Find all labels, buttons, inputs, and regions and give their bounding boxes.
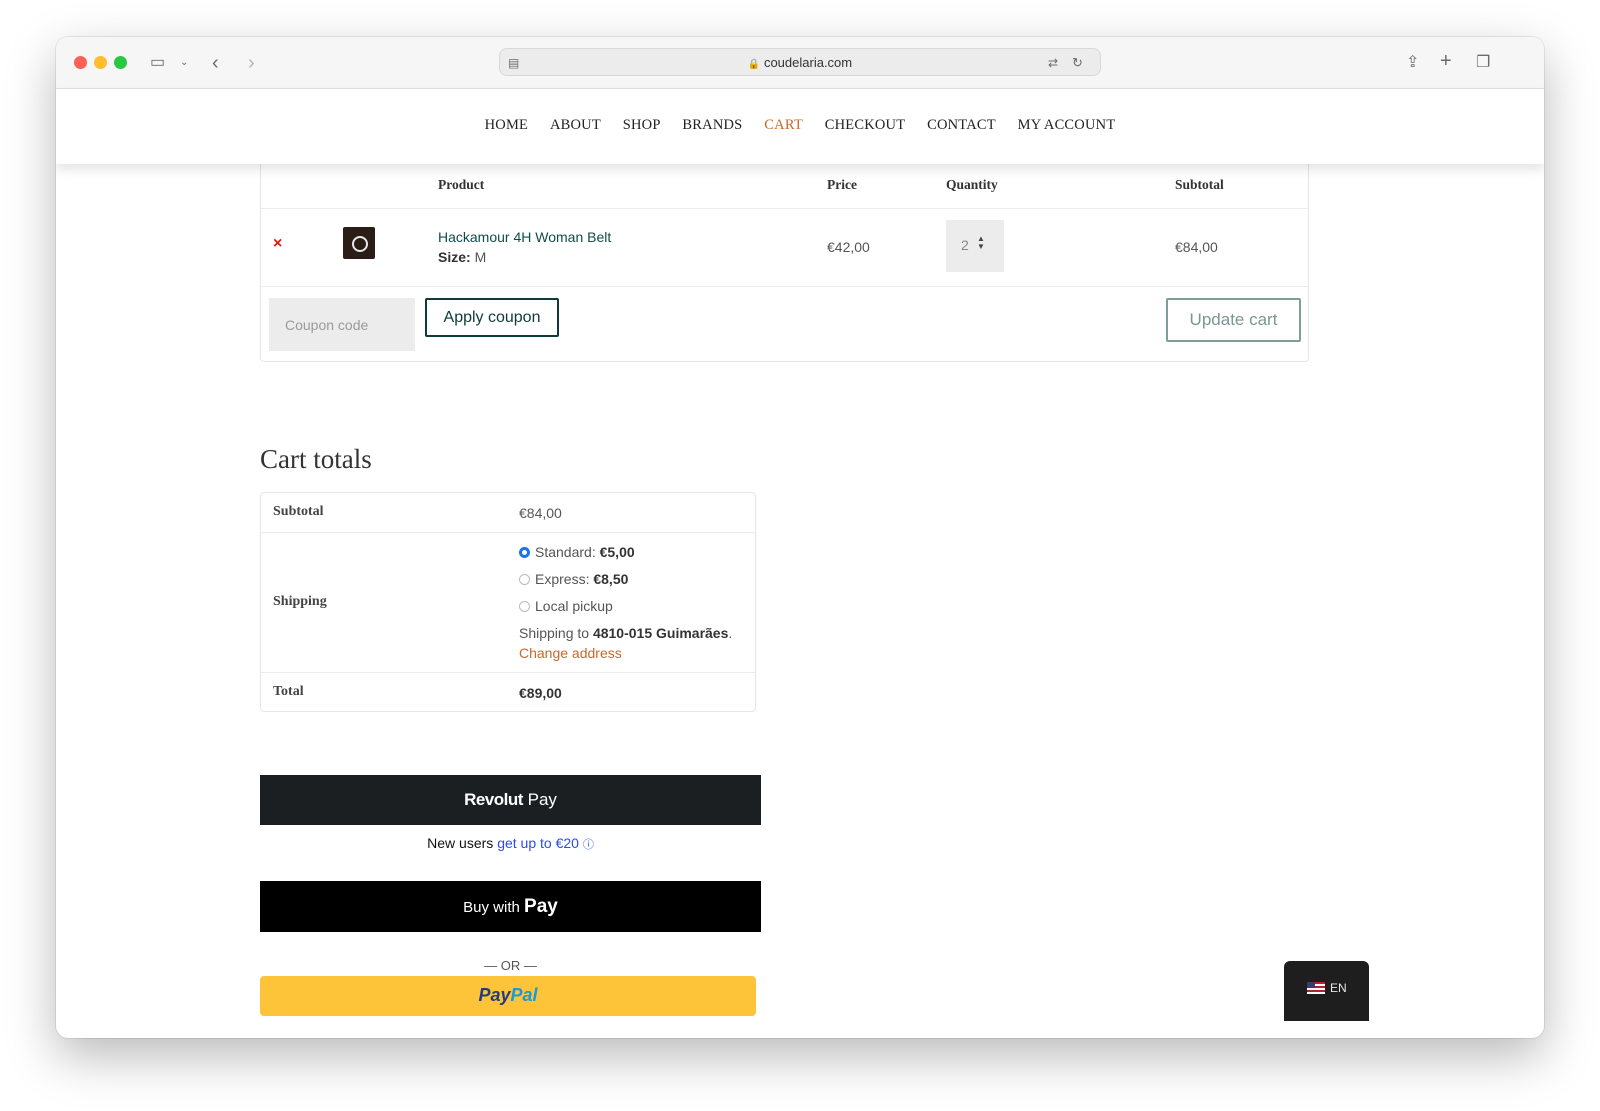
browser-window: ▭ ⌄ ‹ › ▤ 🔒 coudelaria.com ⇄ ↻ ⇪ + ❐ HOM…	[56, 37, 1544, 1038]
update-cart-button[interactable]: Update cart	[1166, 298, 1301, 342]
total-label: Total	[273, 684, 304, 699]
item-subtotal: €84,00	[1175, 239, 1218, 255]
url-text: 🔒 coudelaria.com	[500, 55, 1100, 70]
shipping-label: Shipping	[273, 594, 327, 609]
divider	[261, 286, 1308, 287]
new-tab-icon[interactable]: +	[1440, 49, 1452, 73]
apple-pay-label: Pay	[524, 896, 558, 917]
back-arrow-icon[interactable]: ‹	[212, 51, 219, 75]
change-address-link[interactable]: Change address	[519, 645, 622, 661]
share-icon[interactable]: ⇪	[1406, 51, 1419, 75]
header-price: Price	[827, 177, 857, 192]
reload-icon[interactable]: ↻	[1072, 51, 1083, 75]
total-value: €89,00	[519, 685, 562, 701]
divider	[261, 672, 755, 673]
page-content: Product Price Quantity Subtotal × Hackam…	[56, 164, 1544, 1038]
translate-icon[interactable]: ⇄	[1048, 51, 1058, 75]
paypal-logo-part2: Pal	[510, 985, 538, 1005]
new-users-text: New users	[427, 835, 494, 851]
header-product: Product	[438, 177, 485, 192]
site-header: HOME ABOUT SHOP BRANDS CART CHECKOUT CON…	[56, 89, 1544, 164]
header-quantity: Quantity	[946, 177, 998, 192]
option-price: €5,00	[599, 544, 635, 560]
nav-cart[interactable]: CART	[764, 117, 803, 133]
header-subtotal: Subtotal	[1175, 177, 1224, 192]
lock-icon: 🔒	[747, 59, 761, 70]
divider	[261, 532, 755, 533]
nav-brands[interactable]: BRANDS	[682, 117, 742, 133]
nav-shop[interactable]: SHOP	[623, 117, 661, 133]
paypal-button[interactable]: PayPal	[260, 976, 756, 1016]
cart-table: Product Price Quantity Subtotal × Hackam…	[260, 164, 1309, 362]
close-window-button[interactable]	[74, 56, 87, 69]
product-size: Size: M	[438, 249, 486, 265]
browser-toolbar: ▭ ⌄ ‹ › ▤ 🔒 coudelaria.com ⇄ ↻ ⇪ + ❐	[56, 37, 1544, 89]
option-label: Standard:	[535, 544, 596, 560]
radio-icon[interactable]	[519, 601, 530, 612]
shipping-option-express[interactable]: Express: €8,50	[519, 571, 628, 587]
minimize-window-button[interactable]	[94, 56, 107, 69]
quantity-value[interactable]: 2	[961, 237, 969, 253]
revolut-brand: Revolut	[464, 790, 523, 809]
size-label: Size:	[438, 249, 471, 265]
main-nav: HOME ABOUT SHOP BRANDS CART CHECKOUT CON…	[56, 117, 1544, 134]
cart-totals-title: Cart totals	[260, 444, 372, 474]
apple-pay-button[interactable]: Buy with Pay	[260, 881, 761, 932]
subtotal-value: €84,00	[519, 505, 562, 521]
radio-icon[interactable]	[519, 574, 530, 585]
revolut-pay-button[interactable]: Revolut Pay	[260, 775, 761, 825]
remove-item-button[interactable]: ×	[273, 235, 282, 253]
info-icon[interactable]: ⓘ	[583, 839, 594, 851]
tab-overview-icon[interactable]: ❐	[1476, 51, 1490, 75]
apple-pay-prefix: Buy with	[463, 899, 520, 916]
option-label: Local pickup	[535, 598, 613, 614]
size-value: M	[474, 249, 487, 265]
language-switcher[interactable]: EN	[1284, 961, 1369, 1021]
apply-coupon-button[interactable]: Apply coupon	[425, 298, 559, 337]
or-separator: — OR —	[484, 958, 537, 973]
zoom-window-button[interactable]	[114, 56, 127, 69]
nav-checkout[interactable]: CHECKOUT	[825, 117, 906, 133]
shipping-destination-value: 4810-015 Guimarães	[592, 625, 729, 641]
coupon-code-input[interactable]	[269, 298, 415, 351]
shipping-option-standard[interactable]: Standard: €5,00	[519, 544, 635, 560]
product-name-link[interactable]: Hackamour 4H Woman Belt	[438, 229, 611, 245]
revolut-pay-text: Pay	[527, 790, 557, 809]
us-flag-icon	[1307, 982, 1325, 994]
promo-link[interactable]: get up to €20	[497, 835, 579, 851]
language-code: EN	[1330, 981, 1347, 995]
product-thumbnail[interactable]	[343, 227, 375, 259]
nav-about[interactable]: ABOUT	[550, 117, 601, 133]
shipping-option-local-pickup[interactable]: Local pickup	[519, 598, 613, 614]
address-bar[interactable]: ▤ 🔒 coudelaria.com ⇄ ↻	[499, 48, 1101, 76]
shipping-destination: Shipping to 4810-015 Guimarães.	[519, 625, 733, 641]
option-label: Express:	[535, 571, 590, 587]
cart-totals-table: Subtotal €84,00 Shipping Standard: €5,00…	[260, 492, 756, 712]
quantity-stepper[interactable]: 2 ▲ ▼	[946, 220, 1004, 272]
stepper-arrows-icon[interactable]: ▲ ▼	[977, 235, 985, 251]
divider	[261, 208, 1308, 209]
nav-contact[interactable]: CONTACT	[927, 117, 996, 133]
subtotal-label: Subtotal	[273, 504, 324, 519]
forward-arrow-icon[interactable]: ›	[248, 51, 255, 75]
radio-selected-icon[interactable]	[519, 547, 530, 558]
sidebar-toggle-icon[interactable]: ▭	[150, 51, 165, 75]
shipping-to-text: Shipping to	[519, 625, 590, 641]
nav-home[interactable]: HOME	[485, 117, 529, 133]
revolut-promo: New users get up to €20 ⓘ	[260, 835, 761, 852]
url-label: coudelaria.com	[763, 55, 853, 70]
item-price: €42,00	[827, 239, 870, 255]
option-price: €8,50	[593, 571, 629, 587]
chevron-down-icon[interactable]: ⌄	[180, 51, 188, 75]
nav-my-account[interactable]: MY ACCOUNT	[1018, 117, 1116, 133]
paypal-logo-part1: Pay	[478, 985, 511, 1005]
